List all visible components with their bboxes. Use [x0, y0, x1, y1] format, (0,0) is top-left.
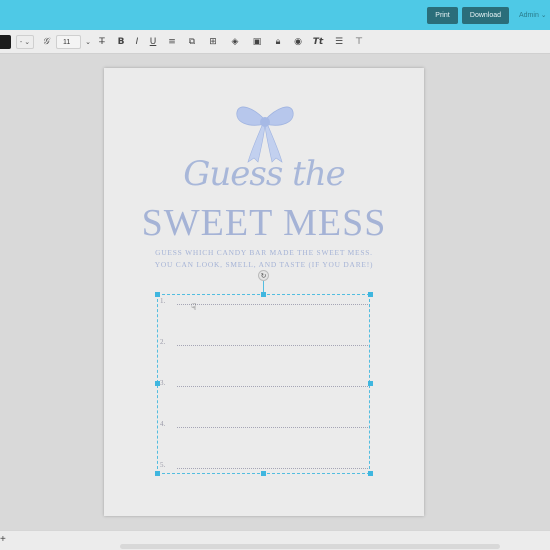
chevron-down-icon[interactable]: ⌄: [82, 36, 94, 48]
selection-box[interactable]: [157, 294, 370, 474]
font-size-input[interactable]: 11: [56, 35, 81, 49]
align-icon[interactable]: ≡: [166, 36, 178, 48]
strikethrough-icon[interactable]: T̶: [96, 36, 108, 48]
script-title[interactable]: Guess the: [104, 154, 424, 194]
horizontal-scrollbar[interactable]: [120, 544, 500, 549]
download-button[interactable]: Download: [462, 7, 509, 24]
resize-handle-top-right[interactable]: [368, 292, 373, 297]
layers-icon[interactable]: ◈: [229, 36, 241, 48]
rotate-handle-icon[interactable]: ↻: [258, 270, 269, 281]
resize-handle-bottom-left[interactable]: [155, 471, 160, 476]
admin-menu[interactable]: Admin ⌄: [519, 11, 547, 19]
resize-handle-top[interactable]: [261, 292, 266, 297]
resize-handle-right[interactable]: [368, 381, 373, 386]
font-icon[interactable]: 𝒢: [40, 36, 52, 48]
font-family-dropdown[interactable]: - ⌄: [16, 35, 34, 49]
resize-handle-top-left[interactable]: [155, 292, 160, 297]
resize-handle-bottom[interactable]: [261, 471, 266, 476]
subtitle-line-2[interactable]: YOU CAN LOOK, SMELL, AND TASTE (IF YOU D…: [104, 260, 424, 269]
bold-icon[interactable]: B: [115, 36, 127, 48]
resize-handle-left[interactable]: [155, 381, 160, 386]
text-color-swatch[interactable]: [0, 35, 11, 49]
resize-handle-bottom-right[interactable]: [368, 471, 373, 476]
top-header-bar: Print Download Admin ⌄: [0, 0, 550, 30]
text-toolbar: - ⌄ 𝒢 11 ⌄ T̶ B I U ≡ ⧉ ⊞ ◈ ▣ 🔒︎ ◉ Tt ☰ …: [0, 30, 550, 54]
subtitle-line-1[interactable]: GUESS WHICH CANDY BAR MADE THE SWEET MES…: [104, 248, 424, 257]
print-button[interactable]: Print: [427, 7, 458, 24]
duplicate-icon[interactable]: ⧉: [186, 36, 198, 48]
lock-icon[interactable]: 🔒︎: [272, 36, 284, 48]
text-style-icon[interactable]: Tt: [312, 36, 324, 48]
italic-icon[interactable]: I: [131, 36, 143, 48]
clear-format-icon[interactable]: ⊤: [353, 36, 365, 48]
move-cursor-icon: ☟: [191, 303, 197, 313]
color-icon[interactable]: ◉: [292, 36, 304, 48]
image-icon[interactable]: ▣: [251, 36, 263, 48]
line-height-icon[interactable]: ☰: [333, 36, 345, 48]
bottom-bar: +: [0, 530, 550, 550]
underline-icon[interactable]: U: [147, 36, 159, 48]
add-icon[interactable]: ⊞: [207, 36, 219, 48]
add-page-icon[interactable]: +: [0, 534, 6, 545]
main-title[interactable]: SWEET MESS: [104, 201, 424, 245]
